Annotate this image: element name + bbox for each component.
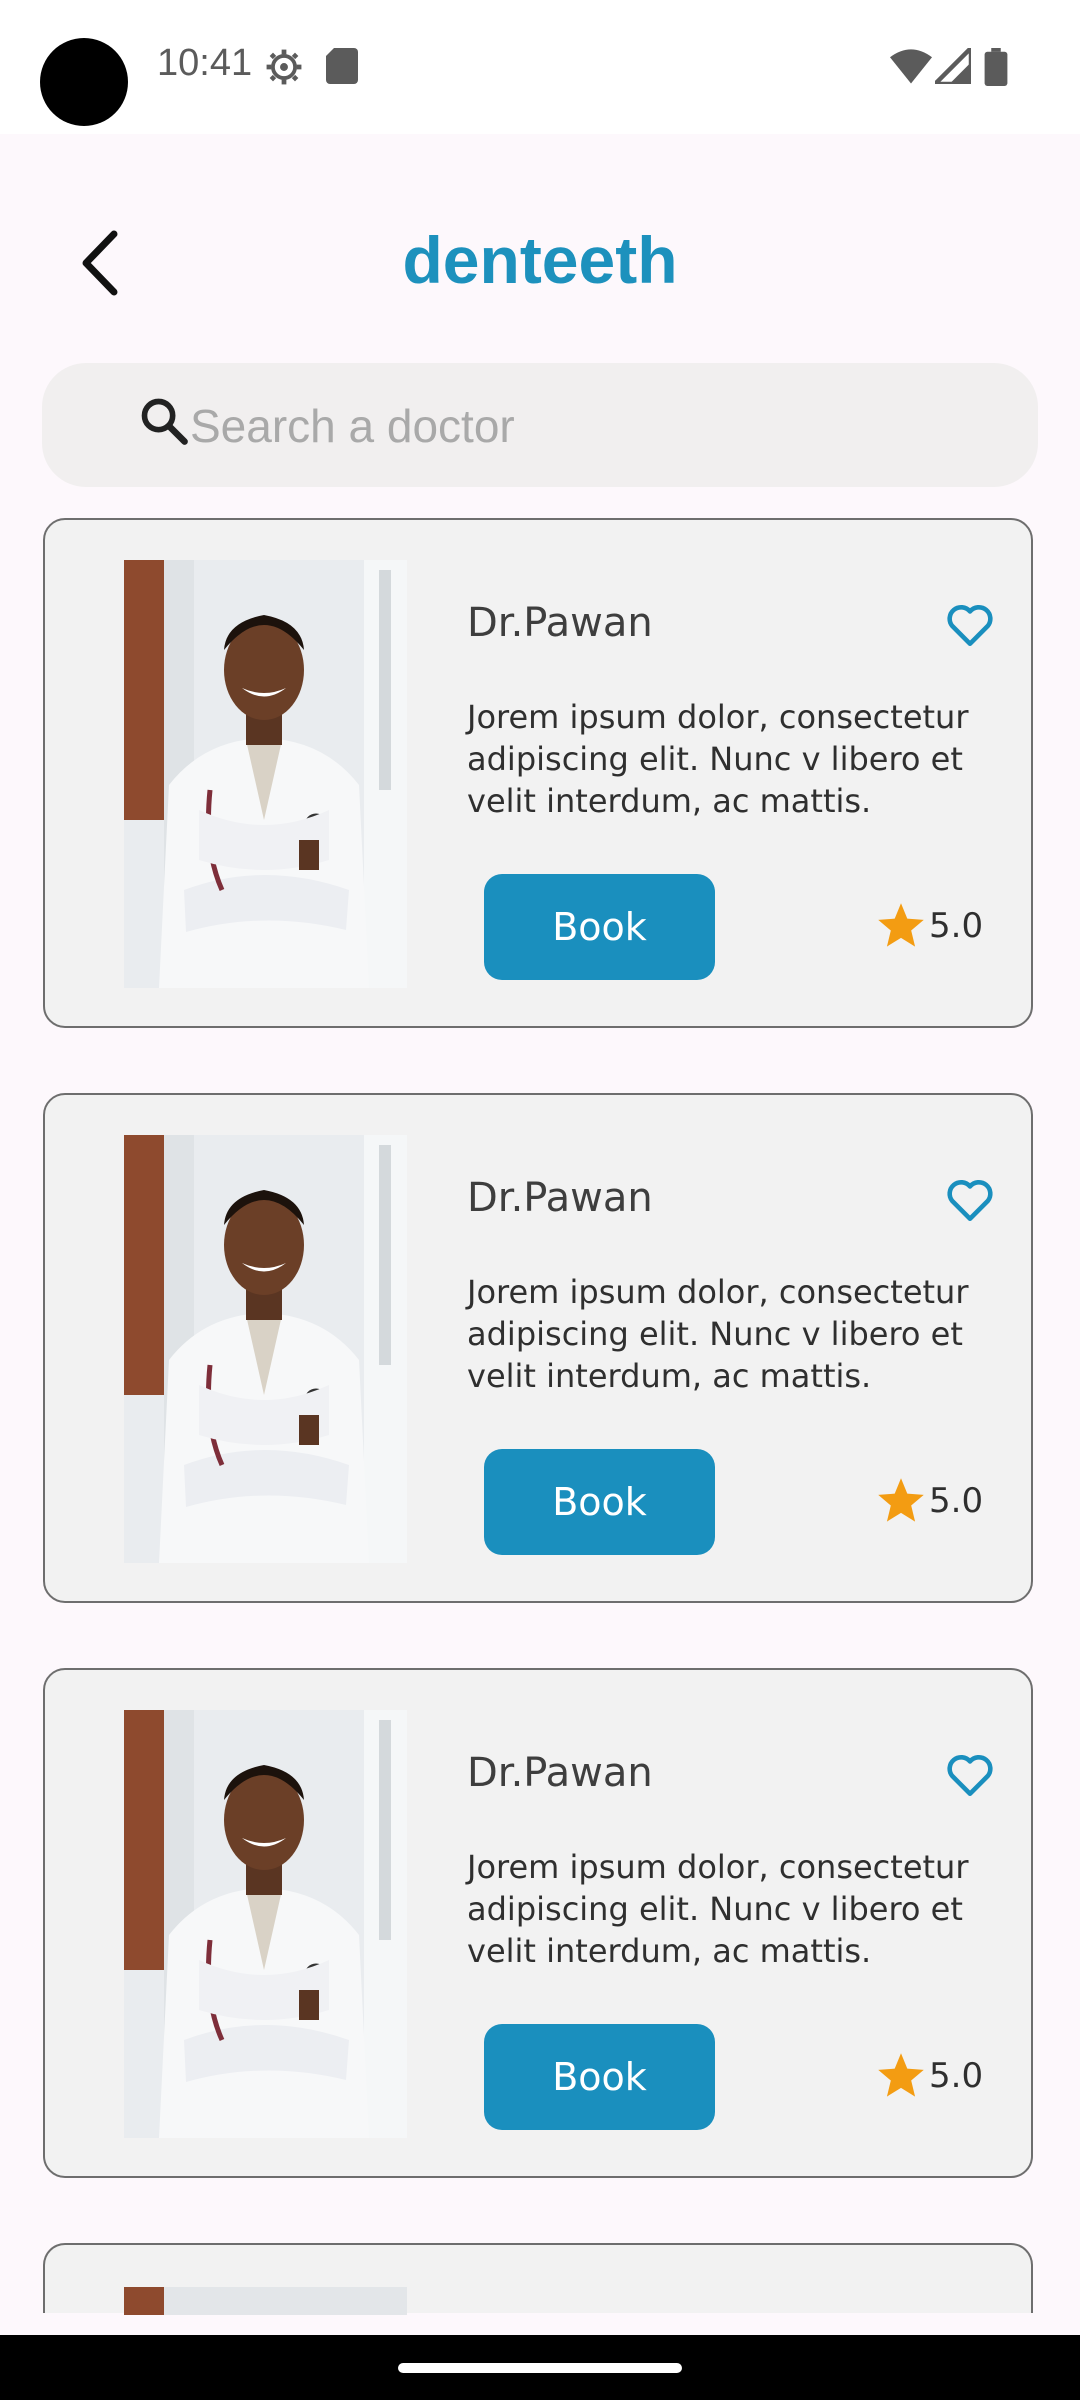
rating: 5.0 (875, 2048, 983, 2104)
doctor-card[interactable]: Dr.Pawan Jorem ipsum dolor, consectetur … (43, 518, 1033, 1028)
home-gesture-handle[interactable] (398, 2363, 682, 2373)
doctor-card[interactable]: Dr.Pawan Jorem ipsum dolor, consectetur … (43, 1668, 1033, 2178)
settings-icon (265, 48, 303, 90)
rating-value: 5.0 (929, 2056, 984, 2096)
star-icon (878, 903, 924, 947)
favorite-heart-icon[interactable] (945, 600, 995, 650)
status-time: 10:41 (157, 42, 253, 84)
doctor-photo (124, 1710, 407, 2138)
doctor-card[interactable]: Dr.Pawan Jorem ipsum dolor, consectetur … (43, 1093, 1033, 1603)
doctor-photo (124, 2287, 407, 2315)
wifi-icon (890, 48, 932, 88)
favorite-heart-icon[interactable] (945, 1750, 995, 1800)
doctor-description: Jorem ipsum dolor, consectetur adipiscin… (467, 698, 969, 820)
battery-icon (984, 48, 1008, 90)
doctor-description: Jorem ipsum dolor, consectetur adipiscin… (467, 1848, 969, 1970)
star-icon (878, 1478, 924, 1522)
doctor-name: Dr.Pawan (467, 1175, 653, 1221)
doctor-card-partial[interactable] (43, 2243, 1033, 2315)
book-button[interactable]: Book (484, 2024, 715, 2130)
rating-value: 5.0 (929, 1481, 984, 1521)
search-input[interactable] (188, 387, 992, 465)
doctor-photo (124, 1135, 407, 1563)
status-bar: 10:41 (0, 0, 1080, 134)
doctor-name: Dr.Pawan (467, 600, 653, 646)
doctor-name: Dr.Pawan (467, 1750, 653, 1796)
app-title: denteeth (402, 223, 678, 297)
sd-card-icon (326, 48, 358, 88)
navigation-bar (0, 2335, 1080, 2400)
search-bar[interactable] (42, 363, 1038, 487)
doctor-photo (124, 560, 407, 988)
favorite-heart-icon[interactable] (945, 1175, 995, 1225)
rating: 5.0 (875, 898, 983, 954)
book-button[interactable]: Book (484, 1449, 715, 1555)
rating-value: 5.0 (929, 906, 984, 946)
doctor-description: Jorem ipsum dolor, consectetur adipiscin… (467, 1273, 969, 1395)
book-button[interactable]: Book (484, 874, 715, 980)
rating: 5.0 (875, 1473, 983, 1529)
camera-cutout (40, 38, 128, 126)
signal-icon (929, 42, 974, 88)
star-icon (878, 2053, 924, 2097)
